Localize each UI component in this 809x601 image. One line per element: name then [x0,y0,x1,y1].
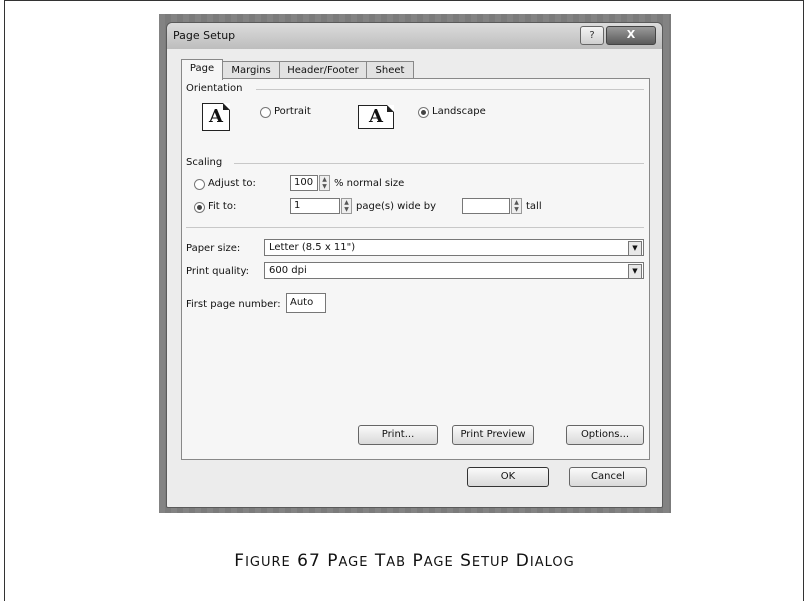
options-button[interactable]: Options... [566,425,644,445]
screenshot: Page Setup ? X Page Margins Header/Foote… [159,14,671,513]
caption-number: 67 [297,551,321,571]
caption-word: FIGURE [234,551,291,571]
adjust-to-label[interactable]: Adjust to: [208,178,256,189]
fit-wide-spinner[interactable]: ▲ ▼ [341,198,352,214]
paper-size-select[interactable]: Letter (8.5 x 11") ▼ [264,239,644,256]
close-button[interactable]: X [606,26,656,45]
portrait-page-icon: A [202,103,230,131]
print-preview-button[interactable]: Print Preview [452,425,534,445]
first-page-number-input[interactable]: Auto [286,293,326,313]
paper-size-value: Letter (8.5 x 11") [269,242,356,253]
caption-word: SETUP [460,551,510,571]
chevron-down-icon[interactable]: ▼ [628,241,642,256]
fit-wide-suffix: page(s) wide by [356,201,437,212]
adjust-to-suffix: % normal size [334,178,405,189]
adjust-to-input[interactable]: 100 [290,175,318,191]
cancel-button[interactable]: Cancel [569,467,647,487]
portrait-label[interactable]: Portrait [274,106,311,117]
dialog-title: Page Setup [173,29,236,42]
fit-tall-suffix: tall [526,201,542,212]
print-button[interactable]: Print... [358,425,438,445]
print-quality-value: 600 dpi [269,265,307,276]
separator-line [186,227,644,228]
paper-size-label: Paper size: [186,243,241,254]
figure-caption: FIGURE 67 PAGE TAB PAGE SETUP DIALOG [0,551,809,571]
fit-tall-input[interactable] [462,198,510,214]
landscape-label[interactable]: Landscape [432,106,486,117]
caption-word: DIALOG [515,551,575,571]
orientation-group-label: Orientation [186,83,243,94]
tab-sheet[interactable]: Sheet [366,61,414,78]
caption-word: PAGE [412,551,454,571]
scaling-group-label: Scaling [186,157,223,168]
chevron-down-icon[interactable]: ▼ [628,264,642,279]
tab-page[interactable]: Page [181,59,223,80]
print-quality-label: Print quality: [186,266,250,277]
first-page-number-label: First page number: [186,299,281,310]
adjust-to-spinner[interactable]: ▲ ▼ [319,175,330,191]
fit-to-radio[interactable] [194,202,205,213]
help-button[interactable]: ? [580,26,604,45]
fit-wide-input[interactable]: 1 [290,198,340,214]
print-quality-select[interactable]: 600 dpi ▼ [264,262,644,279]
tab-header-footer[interactable]: Header/Footer [279,61,367,78]
fit-tall-spinner[interactable]: ▲ ▼ [511,198,522,214]
adjust-to-radio[interactable] [194,179,205,190]
fit-to-label[interactable]: Fit to: [208,201,236,212]
caption-word: PAGE [327,551,369,571]
tab-margins[interactable]: Margins [222,61,280,78]
landscape-radio[interactable] [418,107,429,118]
caption-word: TAB [374,551,407,571]
ok-button[interactable]: OK [467,467,549,487]
page-tab-panel: Orientation A Portrait A Landscape Scali… [181,78,650,460]
scaling-divider [234,163,644,164]
landscape-page-icon: A [358,105,394,129]
title-bar[interactable]: Page Setup ? X [167,23,662,49]
orientation-divider [256,89,644,90]
page-setup-dialog: Page Setup ? X Page Margins Header/Foote… [166,22,663,508]
portrait-radio[interactable] [260,107,271,118]
